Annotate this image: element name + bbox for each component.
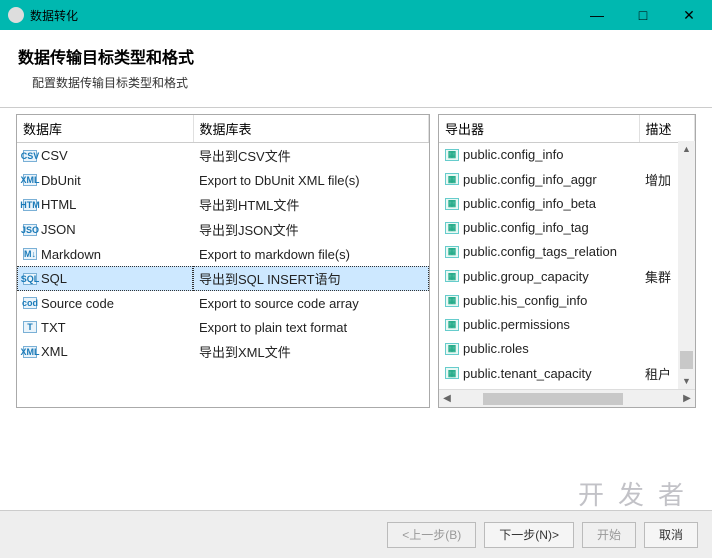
table-icon: ▦: [445, 295, 459, 307]
table-icon: ▦: [445, 173, 459, 185]
column-header-exporter-desc[interactable]: 描述: [639, 115, 695, 143]
exporter-name: public.permissions: [463, 317, 570, 332]
exporter-name: public.config_info_aggr: [463, 172, 597, 187]
next-button[interactable]: 下一步(N)>: [484, 522, 574, 548]
format-name: SQL: [41, 271, 67, 286]
table-icon: ▦: [445, 343, 459, 355]
format-icon: M↓: [23, 248, 37, 260]
format-name: DbUnit: [41, 173, 81, 188]
table-icon: ▦: [445, 149, 459, 161]
exporter-row[interactable]: ▦ public.config_info: [439, 143, 695, 167]
table-icon: ▦: [445, 367, 459, 379]
format-icon: XML: [23, 174, 37, 186]
format-name: Markdown: [41, 247, 101, 262]
format-desc: 导出到HTML文件: [193, 192, 429, 217]
format-row[interactable]: XML DbUnit Export to DbUnit XML file(s): [17, 168, 429, 192]
app-icon: [8, 7, 24, 23]
format-row[interactable]: cod Source code Export to source code arra…: [17, 291, 429, 315]
exporter-row[interactable]: ▦ public.permissions: [439, 313, 695, 337]
table-icon: ▦: [445, 246, 459, 258]
horizontal-scrollbar[interactable]: ◀ ▶: [439, 389, 695, 407]
window-title: 数据转化: [30, 7, 574, 24]
column-header-format-desc[interactable]: 数据库表: [193, 115, 429, 143]
scroll-down-icon[interactable]: ▼: [678, 373, 695, 389]
format-row[interactable]: XML XML 导出到XML文件: [17, 339, 429, 364]
exporter-row[interactable]: ▦ public.config_tags_relation: [439, 240, 695, 264]
format-icon: HTM: [23, 199, 37, 211]
exporter-row[interactable]: ▦ public.config_info_beta: [439, 192, 695, 216]
exporter-name: public.roles: [463, 341, 529, 356]
cancel-button[interactable]: 取消: [644, 522, 698, 548]
format-desc: 导出到CSV文件: [193, 143, 429, 169]
format-desc: Export to DbUnit XML file(s): [193, 168, 429, 192]
page-title: 数据传输目标类型和格式: [18, 44, 694, 68]
exporter-name: public.config_tags_relation: [463, 244, 617, 259]
table-icon: ▦: [445, 319, 459, 331]
exporter-row[interactable]: ▦ public.config_info_tag: [439, 216, 695, 240]
column-header-format[interactable]: 数据库: [17, 115, 193, 143]
wizard-footer: <上一步(B) 下一步(N)> 开始 取消: [0, 510, 712, 558]
format-name: TXT: [41, 320, 66, 335]
scroll-thumb-h[interactable]: [483, 393, 623, 405]
table-icon: ▦: [445, 222, 459, 234]
vertical-scrollbar[interactable]: ▲ ▼: [678, 141, 695, 389]
exporter-row[interactable]: ▦ public.his_config_info: [439, 289, 695, 313]
exporter-row[interactable]: ▦public.group_capacity集群: [439, 264, 695, 289]
content-area: 数据库 数据库表 CSV CSV 导出到CSV文件 XML DbUnit Export t…: [0, 108, 712, 408]
format-row[interactable]: SQL SQL 导出到SQL INSERT语句: [17, 266, 429, 291]
scroll-left-icon[interactable]: ◀: [439, 393, 455, 404]
exporter-panel: 导出器 描述 ▦ public.config_info ▦ public.config…: [438, 114, 696, 408]
format-name: CSV: [41, 148, 68, 163]
wizard-header: 数据传输目标类型和格式 配置数据传输目标类型和格式: [0, 30, 712, 101]
start-button: 开始: [582, 522, 636, 548]
page-subtitle: 配置数据传输目标类型和格式: [18, 74, 694, 91]
exporter-name: public.group_capacity: [463, 269, 589, 284]
format-name: JSON: [41, 222, 76, 237]
export-format-panel: 数据库 数据库表 CSV CSV 导出到CSV文件 XML DbUnit Export t…: [16, 114, 430, 408]
format-row[interactable]: CSV CSV 导出到CSV文件: [17, 143, 429, 169]
format-name: Source code: [41, 296, 114, 311]
exporter-table: 导出器 描述 ▦ public.config_info ▦ public.config…: [439, 115, 695, 389]
format-row[interactable]: HTM HTML 导出到HTML文件: [17, 192, 429, 217]
close-button[interactable]: ✕: [666, 0, 712, 30]
column-header-exporter[interactable]: 导出器: [439, 115, 639, 143]
format-icon: JSO: [23, 224, 37, 236]
scroll-thumb[interactable]: [680, 351, 693, 369]
exporter-name: public.config_info_tag: [463, 220, 589, 235]
exporter-name: public.config_info: [463, 147, 563, 162]
format-name: HTML: [41, 197, 76, 212]
format-name: XML: [41, 344, 68, 359]
exporter-name: public.tenant_capacity: [463, 366, 592, 381]
format-icon: T: [23, 321, 37, 333]
format-row[interactable]: M↓ Markdown Export to markdown file(s): [17, 242, 429, 266]
exporter-name: public.his_config_info: [463, 293, 587, 308]
exporter-row[interactable]: ▦public.tenant_capacity租户: [439, 361, 695, 386]
minimize-button[interactable]: —: [574, 0, 620, 30]
table-icon: ▦: [445, 270, 459, 282]
format-row[interactable]: T TXT Export to plain text format: [17, 315, 429, 339]
export-format-table: 数据库 数据库表 CSV CSV 导出到CSV文件 XML DbUnit Export t…: [17, 115, 429, 364]
exporter-row[interactable]: ▦public.config_info_aggr增加: [439, 167, 695, 192]
format-row[interactable]: JSO JSON 导出到JSON文件: [17, 217, 429, 242]
table-icon: ▦: [445, 198, 459, 210]
exporter-name: public.config_info_beta: [463, 196, 596, 211]
format-desc: Export to plain text format: [193, 315, 429, 339]
exporter-row[interactable]: ▦ public.roles: [439, 337, 695, 361]
format-desc: 导出到JSON文件: [193, 217, 429, 242]
format-icon: XML: [23, 346, 37, 358]
format-icon: SQL: [23, 273, 37, 285]
format-icon: CSV: [23, 150, 37, 162]
format-desc: 导出到SQL INSERT语句: [193, 266, 429, 291]
watermark: 开发者: [578, 475, 698, 512]
titlebar: 数据转化 — □ ✕: [0, 0, 712, 30]
back-button: <上一步(B): [387, 522, 476, 548]
format-desc: Export to markdown file(s): [193, 242, 429, 266]
format-icon: cod: [23, 297, 37, 309]
scroll-right-icon[interactable]: ▶: [679, 393, 695, 404]
scroll-up-icon[interactable]: ▲: [678, 141, 695, 157]
format-desc: Export to source code array: [193, 291, 429, 315]
format-desc: 导出到XML文件: [193, 339, 429, 364]
maximize-button[interactable]: □: [620, 0, 666, 30]
